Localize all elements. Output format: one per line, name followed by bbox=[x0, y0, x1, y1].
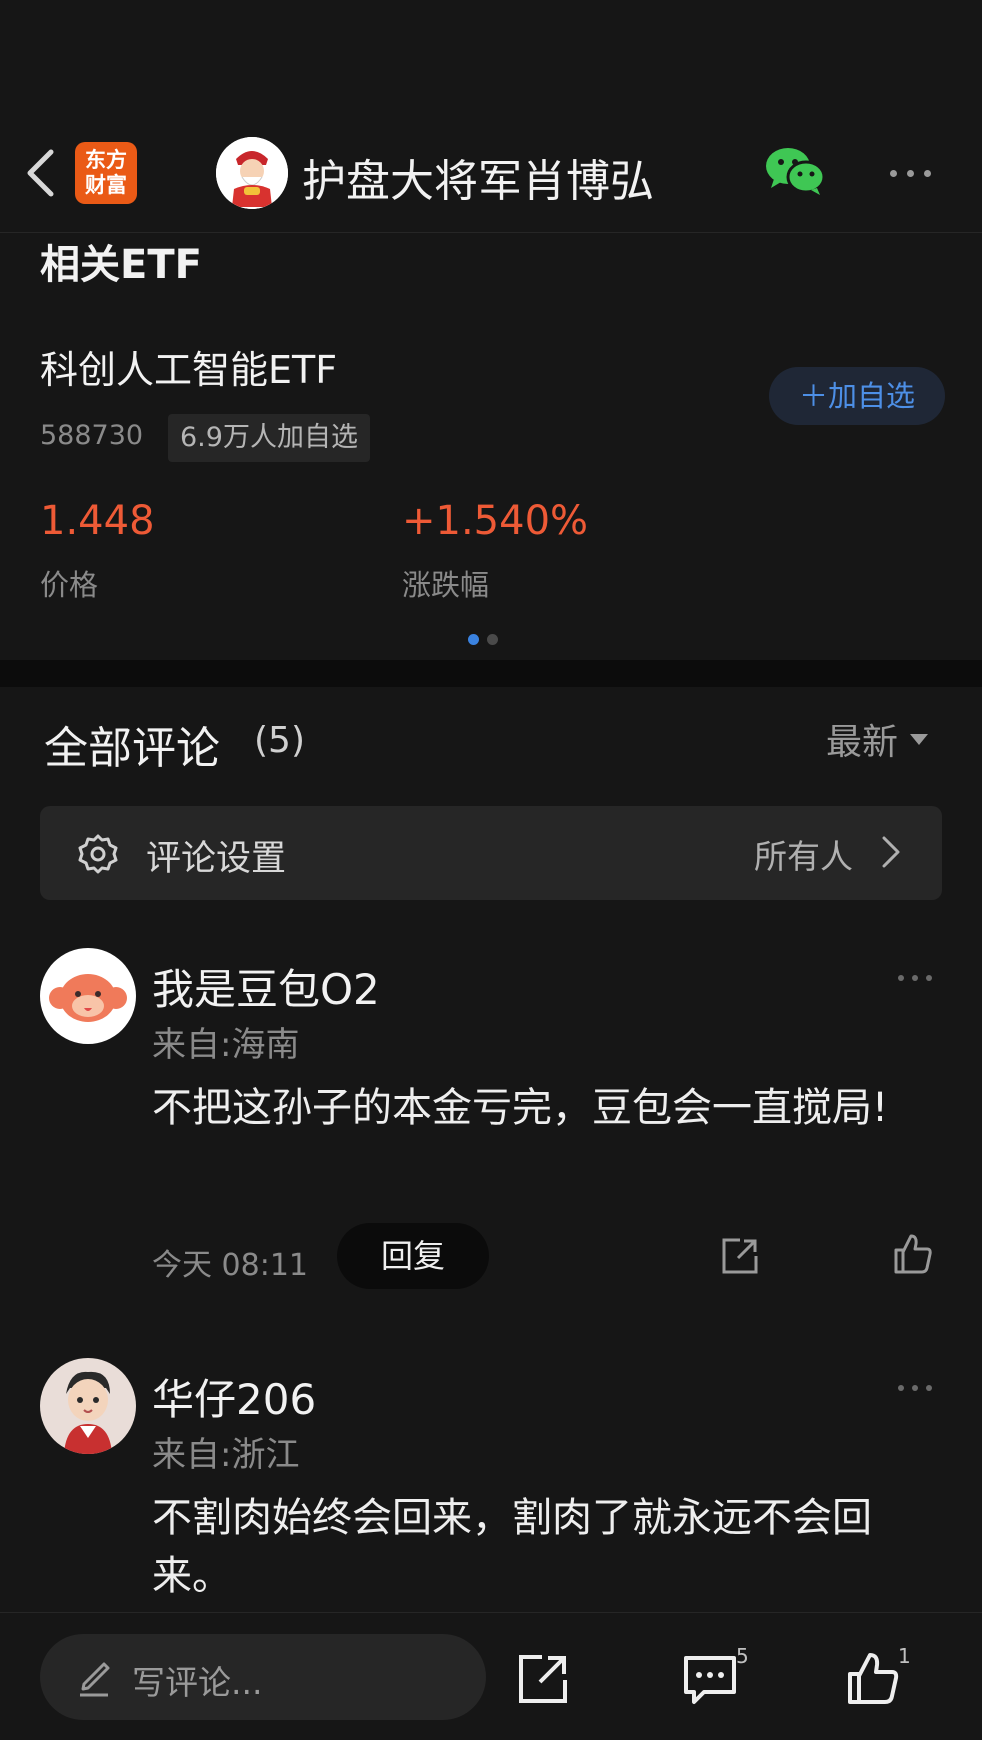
comment-input-placeholder: 写评论... bbox=[132, 1663, 263, 1702]
more-dot-icon bbox=[906, 169, 914, 177]
page-title: 护盘大将军肖博弘 bbox=[302, 156, 654, 207]
comment-avatar[interactable] bbox=[40, 1358, 136, 1454]
change-percent-value: +1.540% bbox=[402, 498, 589, 544]
comment-settings-value: 所有人 bbox=[754, 837, 853, 876]
app-logo[interactable]: 东方 财富 bbox=[75, 142, 137, 204]
section-divider bbox=[0, 660, 982, 687]
comment-avatar[interactable] bbox=[40, 948, 136, 1044]
wechat-share-button[interactable] bbox=[764, 145, 826, 197]
more-dot-icon bbox=[912, 1385, 918, 1391]
more-options-button[interactable] bbox=[880, 158, 940, 188]
carousel-pager bbox=[468, 634, 498, 645]
comments-count-badge: 5 bbox=[736, 1644, 749, 1668]
price-value: 1.448 bbox=[40, 498, 155, 544]
god-of-wealth-avatar-icon bbox=[216, 137, 288, 209]
comment-location: 来自:浙江 bbox=[152, 1435, 300, 1475]
comments-title: 全部评论 bbox=[44, 723, 220, 774]
like-icon[interactable] bbox=[892, 1232, 934, 1276]
comment-more-button[interactable] bbox=[898, 1385, 932, 1391]
more-dot-icon bbox=[923, 169, 931, 177]
comment-username[interactable]: 华仔206 bbox=[152, 1366, 316, 1427]
pager-dot[interactable] bbox=[487, 634, 498, 645]
wechat-icon bbox=[766, 148, 826, 195]
comment-text: 不割肉始终会回来，割肉了就永远不会回来。 bbox=[152, 1495, 872, 1599]
comments-count: (5) bbox=[254, 720, 305, 761]
more-dot-icon bbox=[912, 975, 918, 981]
chevron-right-icon bbox=[882, 836, 900, 868]
like-count-badge: 1 bbox=[898, 1644, 911, 1668]
etf-code: 588730 bbox=[40, 420, 144, 451]
more-dot-icon bbox=[889, 169, 897, 177]
logo-text-bottom: 财富 bbox=[85, 173, 127, 197]
watchers-badge: 6.9万人加自选 bbox=[168, 414, 370, 462]
caret-down-icon bbox=[910, 733, 929, 745]
share-icon[interactable] bbox=[720, 1236, 760, 1276]
more-dot-icon bbox=[926, 975, 932, 981]
price-label: 价格 bbox=[40, 568, 99, 602]
comment-location: 来自:海南 bbox=[152, 1025, 300, 1065]
like-button[interactable] bbox=[846, 1650, 900, 1706]
share-button[interactable] bbox=[516, 1652, 570, 1706]
reply-button[interactable]: 回复 bbox=[337, 1223, 489, 1289]
pencil-icon bbox=[80, 1662, 110, 1697]
comment-settings-label: 评论设置 bbox=[146, 839, 287, 879]
more-dot-icon bbox=[926, 1385, 932, 1391]
comment-username[interactable]: 我是豆包O2 bbox=[152, 956, 380, 1017]
comment-time: 今天 08:11 bbox=[152, 1248, 308, 1283]
back-button[interactable] bbox=[14, 142, 66, 204]
more-dot-icon bbox=[898, 975, 904, 981]
boy-avatar-icon bbox=[40, 1358, 136, 1454]
comment-more-button[interactable] bbox=[898, 975, 932, 981]
sort-label: 最新 bbox=[826, 722, 899, 763]
chevron-left-icon bbox=[27, 149, 54, 197]
comment-text: 不把这孙子的本金亏完，豆包会一直搅局! bbox=[152, 1085, 889, 1131]
comments-button[interactable] bbox=[682, 1652, 738, 1706]
author-avatar[interactable] bbox=[216, 137, 288, 209]
more-dot-icon bbox=[898, 1385, 904, 1391]
sort-dropdown[interactable]: 最新 bbox=[826, 713, 929, 765]
change-percent-label: 涨跌幅 bbox=[402, 568, 490, 602]
pager-dot-active[interactable] bbox=[468, 634, 479, 645]
add-to-watchlist-button[interactable]: ＋加自选 bbox=[769, 367, 945, 425]
etf-name[interactable]: 科创人工智能ETF bbox=[40, 339, 337, 394]
related-etf-card bbox=[0, 234, 982, 659]
etf-section-heading: 相关ETF bbox=[40, 242, 202, 288]
gear-icon bbox=[78, 834, 118, 874]
monkey-avatar-icon bbox=[40, 948, 136, 1044]
logo-text-top: 东方 bbox=[85, 148, 127, 172]
